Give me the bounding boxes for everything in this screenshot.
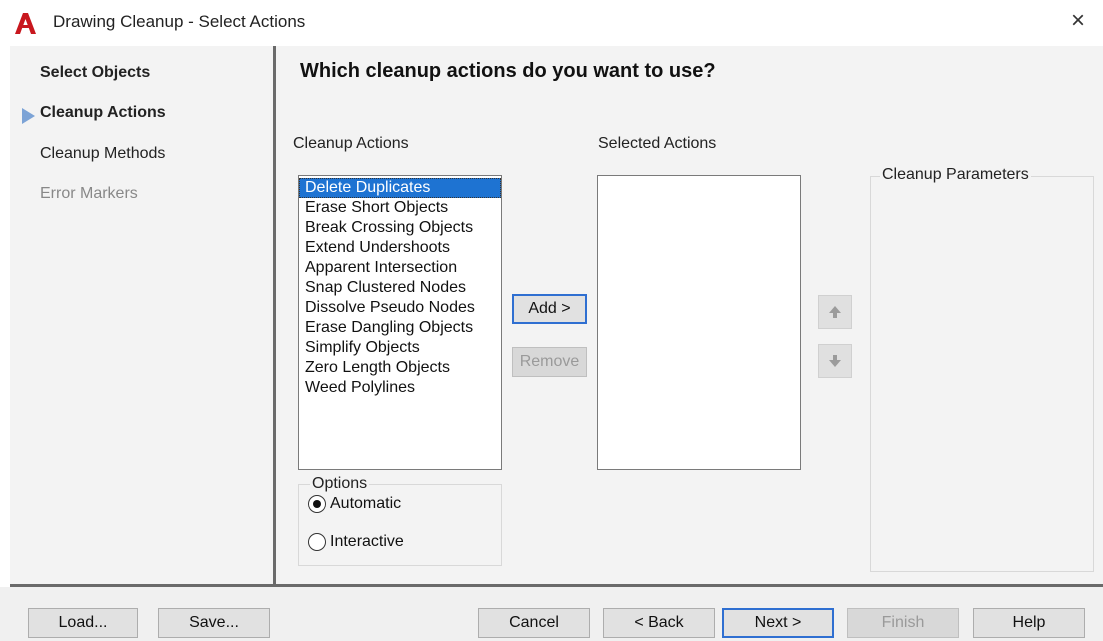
close-icon[interactable]: ×	[1065, 8, 1091, 34]
load-button[interactable]: Load...	[28, 608, 138, 638]
cleanup-action-item[interactable]: Delete Duplicates	[299, 178, 501, 198]
next-button[interactable]: Next >	[722, 608, 834, 638]
title-bar: Drawing Cleanup - Select Actions ×	[0, 0, 1103, 46]
back-button[interactable]: < Back	[603, 608, 715, 638]
interactive-radio[interactable]: Interactive	[308, 533, 404, 551]
move-up-button	[818, 295, 852, 329]
save-button[interactable]: Save...	[158, 608, 270, 638]
radio-selected-icon	[308, 495, 326, 513]
automatic-radio[interactable]: Automatic	[308, 495, 401, 513]
page-title: Which cleanup actions do you want to use…	[300, 60, 716, 82]
wizard-steps-sidebar	[10, 46, 273, 584]
cancel-button[interactable]: Cancel	[478, 608, 590, 638]
finish-button: Finish	[847, 608, 959, 638]
cleanup-action-item[interactable]: Erase Dangling Objects	[299, 318, 501, 338]
current-step-arrow-icon	[22, 108, 35, 124]
radio-unselected-icon	[308, 533, 326, 551]
add-button[interactable]: Add >	[512, 294, 587, 324]
cleanup-action-item[interactable]: Simplify Objects	[299, 338, 501, 358]
window-title: Drawing Cleanup - Select Actions	[53, 12, 306, 31]
sidebar-item-error-markers: Error Markers	[40, 185, 138, 202]
cleanup-action-item[interactable]: Weed Polylines	[299, 378, 501, 398]
help-button[interactable]: Help	[973, 608, 1085, 638]
remove-button: Remove	[512, 347, 587, 377]
cleanup-action-item[interactable]: Extend Undershoots	[299, 238, 501, 258]
cleanup-actions-label: Cleanup Actions	[293, 135, 409, 152]
cleanup-action-item[interactable]: Apparent Intersection	[299, 258, 501, 278]
selected-actions-listbox[interactable]	[597, 175, 801, 470]
interactive-radio-label: Interactive	[330, 533, 404, 550]
sidebar-item-cleanup-actions[interactable]: Cleanup Actions	[40, 104, 166, 122]
options-label: Options	[310, 475, 370, 493]
cleanup-action-item[interactable]: Erase Short Objects	[299, 198, 501, 218]
cleanup-action-item[interactable]: Dissolve Pseudo Nodes	[299, 298, 501, 318]
sidebar-item-select-objects[interactable]: Select Objects	[40, 64, 150, 82]
automatic-radio-label: Automatic	[330, 495, 402, 512]
cleanup-parameters-label: Cleanup Parameters	[880, 166, 1031, 184]
arrow-up-icon	[829, 306, 841, 318]
autocad-logo-icon	[15, 13, 36, 34]
cleanup-action-item[interactable]: Zero Length Objects	[299, 358, 501, 378]
cleanup-parameters-group	[870, 176, 1094, 572]
cleanup-action-item[interactable]: Snap Clustered Nodes	[299, 278, 501, 298]
arrow-down-icon	[829, 355, 841, 367]
move-down-button	[818, 344, 852, 378]
cleanup-action-item[interactable]: Break Crossing Objects	[299, 218, 501, 238]
cleanup-actions-listbox[interactable]: Delete Duplicates Erase Short Objects Brea…	[298, 175, 502, 470]
sidebar-item-cleanup-methods[interactable]: Cleanup Methods	[40, 145, 165, 163]
selected-actions-label: Selected Actions	[598, 135, 717, 152]
